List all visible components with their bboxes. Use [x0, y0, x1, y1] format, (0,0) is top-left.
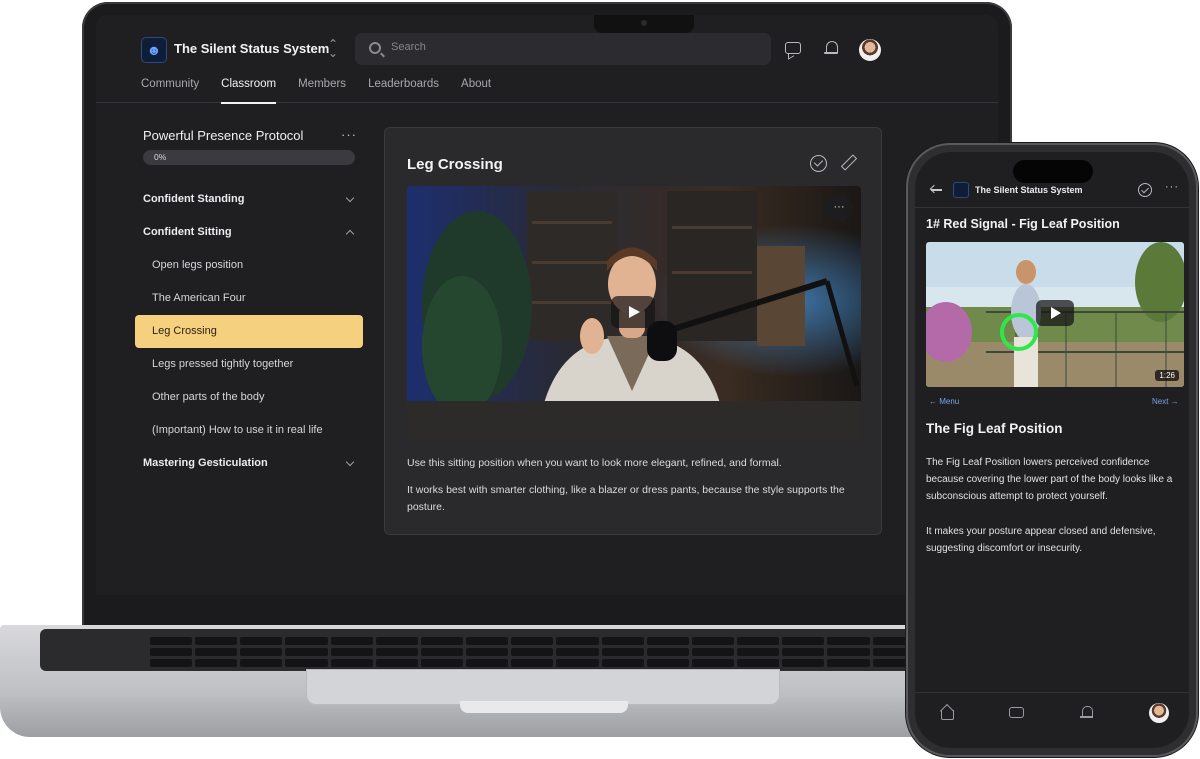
- laptop-lip: [460, 701, 628, 713]
- module-title: Confident Sitting: [143, 226, 232, 238]
- lesson-item[interactable]: Other parts of the body: [135, 381, 363, 414]
- lesson-item[interactable]: Open legs position: [135, 249, 363, 282]
- tab-leaderboards[interactable]: Leaderboards: [368, 78, 439, 104]
- progress-label: 0%: [154, 152, 167, 162]
- lesson-item[interactable]: The American Four: [135, 282, 363, 315]
- module-confident-standing[interactable]: Confident Standing: [135, 183, 363, 216]
- app-header: ☻ The Silent Status System ⌃⌄ Community …: [96, 15, 998, 104]
- lesson-paragraph: It makes your posture appear closed and …: [926, 526, 1156, 554]
- menu-link[interactable]: ← Menu: [929, 397, 959, 406]
- bell-icon[interactable]: [1079, 705, 1095, 721]
- lesson-paragraph: It works best with smarter clothing, lik…: [407, 484, 845, 513]
- check-circle-icon[interactable]: [810, 155, 827, 172]
- more-icon[interactable]: ···: [341, 127, 357, 142]
- lesson-card: Leg Crossing ··· Use this sitting positi…: [384, 127, 882, 535]
- chevron-up-icon: [345, 229, 355, 239]
- lesson-item[interactable]: Legs pressed tightly together: [135, 348, 363, 381]
- chevron-up-down-icon[interactable]: ⌃ ⌄: [328, 38, 338, 59]
- video-player[interactable]: ···: [407, 186, 861, 441]
- chat-icon[interactable]: [1008, 705, 1024, 721]
- camera-notch: [594, 15, 694, 33]
- course-title: Powerful Presence Protocol: [143, 128, 304, 143]
- chevron-down-icon: [345, 457, 355, 467]
- module-confident-sitting[interactable]: Confident Sitting: [135, 216, 363, 249]
- course-sidebar: Confident Standing Confident Sitting Ope…: [135, 183, 363, 480]
- lesson-item-active[interactable]: Leg Crossing: [135, 315, 363, 348]
- module-mastering-gesticulation[interactable]: Mastering Gesticulation: [135, 447, 363, 480]
- search-input[interactable]: [391, 41, 751, 53]
- trackpad: [306, 669, 780, 705]
- video-more-icon[interactable]: ···: [825, 194, 853, 222]
- brand-logo[interactable]: ☻: [141, 37, 167, 63]
- home-icon[interactable]: [939, 705, 955, 721]
- module-title: Confident Standing: [143, 193, 245, 205]
- tab-members[interactable]: Members: [298, 78, 346, 104]
- lesson-title: 1# Red Signal - Fig Leaf Position: [926, 217, 1120, 231]
- play-button[interactable]: [611, 296, 655, 328]
- check-circle-icon[interactable]: [1138, 183, 1152, 197]
- play-button[interactable]: [1036, 300, 1074, 326]
- edit-pencil-icon[interactable]: [840, 155, 856, 171]
- brand-name[interactable]: The Silent Status System: [174, 41, 329, 56]
- section-heading: The Fig Leaf Position: [926, 421, 1063, 436]
- next-link[interactable]: Next →: [1152, 397, 1179, 406]
- avatar[interactable]: [859, 39, 881, 61]
- divider: [915, 207, 1189, 208]
- back-arrow-icon[interactable]: [929, 185, 943, 195]
- lesson-paragraph: The Fig Leaf Position lowers perceived c…: [926, 457, 1173, 502]
- video-player[interactable]: 1:26: [926, 242, 1184, 387]
- mobile-app: The Silent Status System ··· 1# Red Sign…: [915, 152, 1189, 748]
- bell-icon[interactable]: [823, 40, 841, 58]
- lesson-item[interactable]: (Important) How to use it in real life: [135, 414, 363, 447]
- avatar[interactable]: [1149, 703, 1169, 723]
- lesson-paragraph: Use this sitting position when you want …: [407, 457, 782, 469]
- nav-tabs: Community Classroom Members Leaderboards…: [141, 78, 513, 104]
- course-progress-bar: 0%: [143, 150, 355, 165]
- desktop-app: ☻ The Silent Status System ⌃⌄ Community …: [96, 15, 998, 595]
- brand-logo: [953, 182, 969, 198]
- more-icon[interactable]: ···: [1165, 181, 1179, 193]
- video-duration: 1:26: [1155, 370, 1179, 381]
- chat-icon[interactable]: [784, 40, 802, 58]
- tab-community[interactable]: Community: [141, 78, 199, 104]
- tab-bar-divider: [915, 692, 1189, 693]
- chevron-down-icon: [345, 193, 355, 203]
- dynamic-island: [1013, 160, 1093, 183]
- search-bar[interactable]: [355, 33, 771, 65]
- tab-classroom[interactable]: Classroom: [221, 78, 277, 104]
- brand-name: The Silent Status System: [975, 185, 1083, 195]
- lesson-title: Leg Crossing: [407, 156, 503, 173]
- tab-about[interactable]: About: [461, 78, 491, 104]
- search-icon: [369, 42, 381, 54]
- module-title: Mastering Gesticulation: [143, 457, 268, 469]
